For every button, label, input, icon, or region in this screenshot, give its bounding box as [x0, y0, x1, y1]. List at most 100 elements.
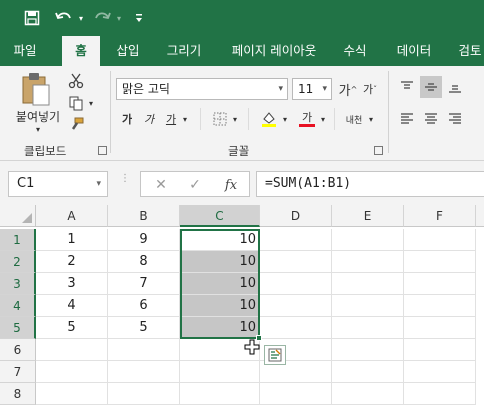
row-header-7[interactable]: 7	[0, 361, 36, 383]
cell-e8[interactable]	[332, 383, 404, 405]
tab-data[interactable]: 데이터	[388, 36, 440, 66]
underline-button[interactable]: 가	[162, 108, 180, 130]
fill-color-icon[interactable]	[258, 108, 280, 130]
decrease-font-size-button[interactable]: 가ˇ	[360, 78, 380, 100]
undo-dropdown-icon[interactable]: ▾	[76, 8, 86, 28]
bold-button[interactable]: 가	[118, 108, 136, 130]
cell-e7[interactable]	[332, 361, 404, 383]
italic-button[interactable]: 가	[140, 108, 158, 130]
formula-input[interactable]: =SUM(A1:B1)	[256, 171, 484, 197]
tab-home[interactable]: 홈	[62, 36, 100, 66]
phonetic-button[interactable]: 내천	[342, 108, 366, 130]
tab-review[interactable]: 검토	[450, 36, 484, 66]
copy-icon[interactable]	[66, 94, 86, 112]
save-icon[interactable]	[22, 8, 42, 28]
cell-a1[interactable]: 1	[36, 229, 108, 251]
cell-b8[interactable]	[108, 383, 180, 405]
clipboard-launcher-icon[interactable]	[98, 146, 107, 155]
font-name-dropdown[interactable]: 맑은 고딕 ▾	[116, 78, 288, 100]
row-header-8[interactable]: 8	[0, 383, 36, 405]
row-header-3[interactable]: 3	[0, 273, 36, 295]
quick-analysis-button[interactable]	[264, 345, 286, 365]
copy-dropdown-icon[interactable]: ▾	[86, 94, 96, 112]
cell-d3[interactable]	[260, 273, 332, 295]
borders-dropdown-icon[interactable]: ▾	[230, 108, 240, 130]
column-header-f[interactable]: F	[404, 205, 476, 227]
chevron-down-icon[interactable]: ▾	[96, 172, 101, 196]
name-box[interactable]: C1 ▾	[8, 171, 108, 197]
cell-e1[interactable]	[332, 229, 404, 251]
cell-f7[interactable]	[404, 361, 476, 383]
row-header-2[interactable]: 2	[0, 251, 36, 273]
cell-e6[interactable]	[332, 339, 404, 361]
redo-dropdown-icon[interactable]: ▾	[114, 8, 124, 28]
align-top-icon[interactable]	[396, 76, 418, 98]
cell-e3[interactable]	[332, 273, 404, 295]
cell-b2[interactable]: 8	[108, 251, 180, 273]
cell-d5[interactable]	[260, 317, 332, 339]
cell-f3[interactable]	[404, 273, 476, 295]
row-header-1[interactable]: 1	[0, 229, 36, 251]
borders-icon[interactable]	[210, 108, 230, 130]
tab-page-layout[interactable]: 페이지 레이아웃	[222, 36, 326, 66]
cell-f1[interactable]	[404, 229, 476, 251]
insert-function-button[interactable]: fx	[219, 176, 243, 194]
cell-e5[interactable]	[332, 317, 404, 339]
column-header-d[interactable]: D	[260, 205, 332, 227]
redo-icon[interactable]	[90, 8, 114, 28]
cell-c2[interactable]: 10	[180, 251, 260, 273]
cell-a7[interactable]	[36, 361, 108, 383]
cell-f4[interactable]	[404, 295, 476, 317]
align-right-icon[interactable]	[444, 108, 466, 130]
column-header-a[interactable]: A	[36, 205, 108, 227]
splitter-handle[interactable]: ⋮	[120, 174, 130, 191]
align-bottom-icon[interactable]	[444, 76, 466, 98]
cell-d2[interactable]	[260, 251, 332, 273]
cell-c4[interactable]: 10	[180, 295, 260, 317]
cell-e2[interactable]	[332, 251, 404, 273]
phonetic-dropdown-icon[interactable]: ▾	[366, 108, 376, 130]
cell-d1[interactable]	[260, 229, 332, 251]
format-painter-icon[interactable]	[66, 116, 86, 134]
increase-font-size-button[interactable]: 가 ^	[338, 78, 358, 100]
row-header-6[interactable]: 6	[0, 339, 36, 361]
cell-c1[interactable]: 10	[180, 229, 260, 251]
cut-icon[interactable]	[66, 72, 86, 90]
cell-a4[interactable]: 4	[36, 295, 108, 317]
row-header-5[interactable]: 5	[0, 317, 36, 339]
tab-insert[interactable]: 삽입	[108, 36, 148, 66]
cancel-icon[interactable]: ✕	[151, 176, 171, 194]
cell-f5[interactable]	[404, 317, 476, 339]
fill-color-dropdown-icon[interactable]: ▾	[280, 108, 290, 130]
cell-f2[interactable]	[404, 251, 476, 273]
align-center-icon[interactable]	[420, 108, 442, 130]
align-middle-icon[interactable]	[420, 76, 442, 98]
customize-qat-icon[interactable]	[132, 8, 146, 28]
underline-dropdown-icon[interactable]: ▾	[180, 108, 190, 130]
font-launcher-icon[interactable]	[374, 146, 383, 155]
align-left-icon[interactable]	[396, 108, 418, 130]
cell-f8[interactable]	[404, 383, 476, 405]
cell-d4[interactable]	[260, 295, 332, 317]
cell-a5[interactable]: 5	[36, 317, 108, 339]
cell-f6[interactable]	[404, 339, 476, 361]
column-header-c[interactable]: C	[180, 205, 260, 227]
paste-button[interactable]: 붙여넣기	[10, 108, 66, 124]
cell-c8[interactable]	[180, 383, 260, 405]
tab-file[interactable]: 파일	[0, 36, 50, 66]
paste-dropdown-icon[interactable]: ▾	[32, 124, 44, 134]
cell-b1[interactable]: 9	[108, 229, 180, 251]
cell-c7[interactable]	[180, 361, 260, 383]
column-header-b[interactable]: B	[108, 205, 180, 227]
undo-icon[interactable]	[52, 8, 76, 28]
cell-a8[interactable]	[36, 383, 108, 405]
paste-icon[interactable]	[16, 70, 56, 108]
row-header-4[interactable]: 4	[0, 295, 36, 317]
tab-draw[interactable]: 그리기	[160, 36, 208, 66]
cell-b7[interactable]	[108, 361, 180, 383]
cell-b3[interactable]: 7	[108, 273, 180, 295]
cell-c5[interactable]: 10	[180, 317, 260, 339]
column-header-g-partial[interactable]	[476, 205, 484, 227]
enter-icon[interactable]: ✓	[185, 176, 205, 194]
cell-b5[interactable]: 5	[108, 317, 180, 339]
